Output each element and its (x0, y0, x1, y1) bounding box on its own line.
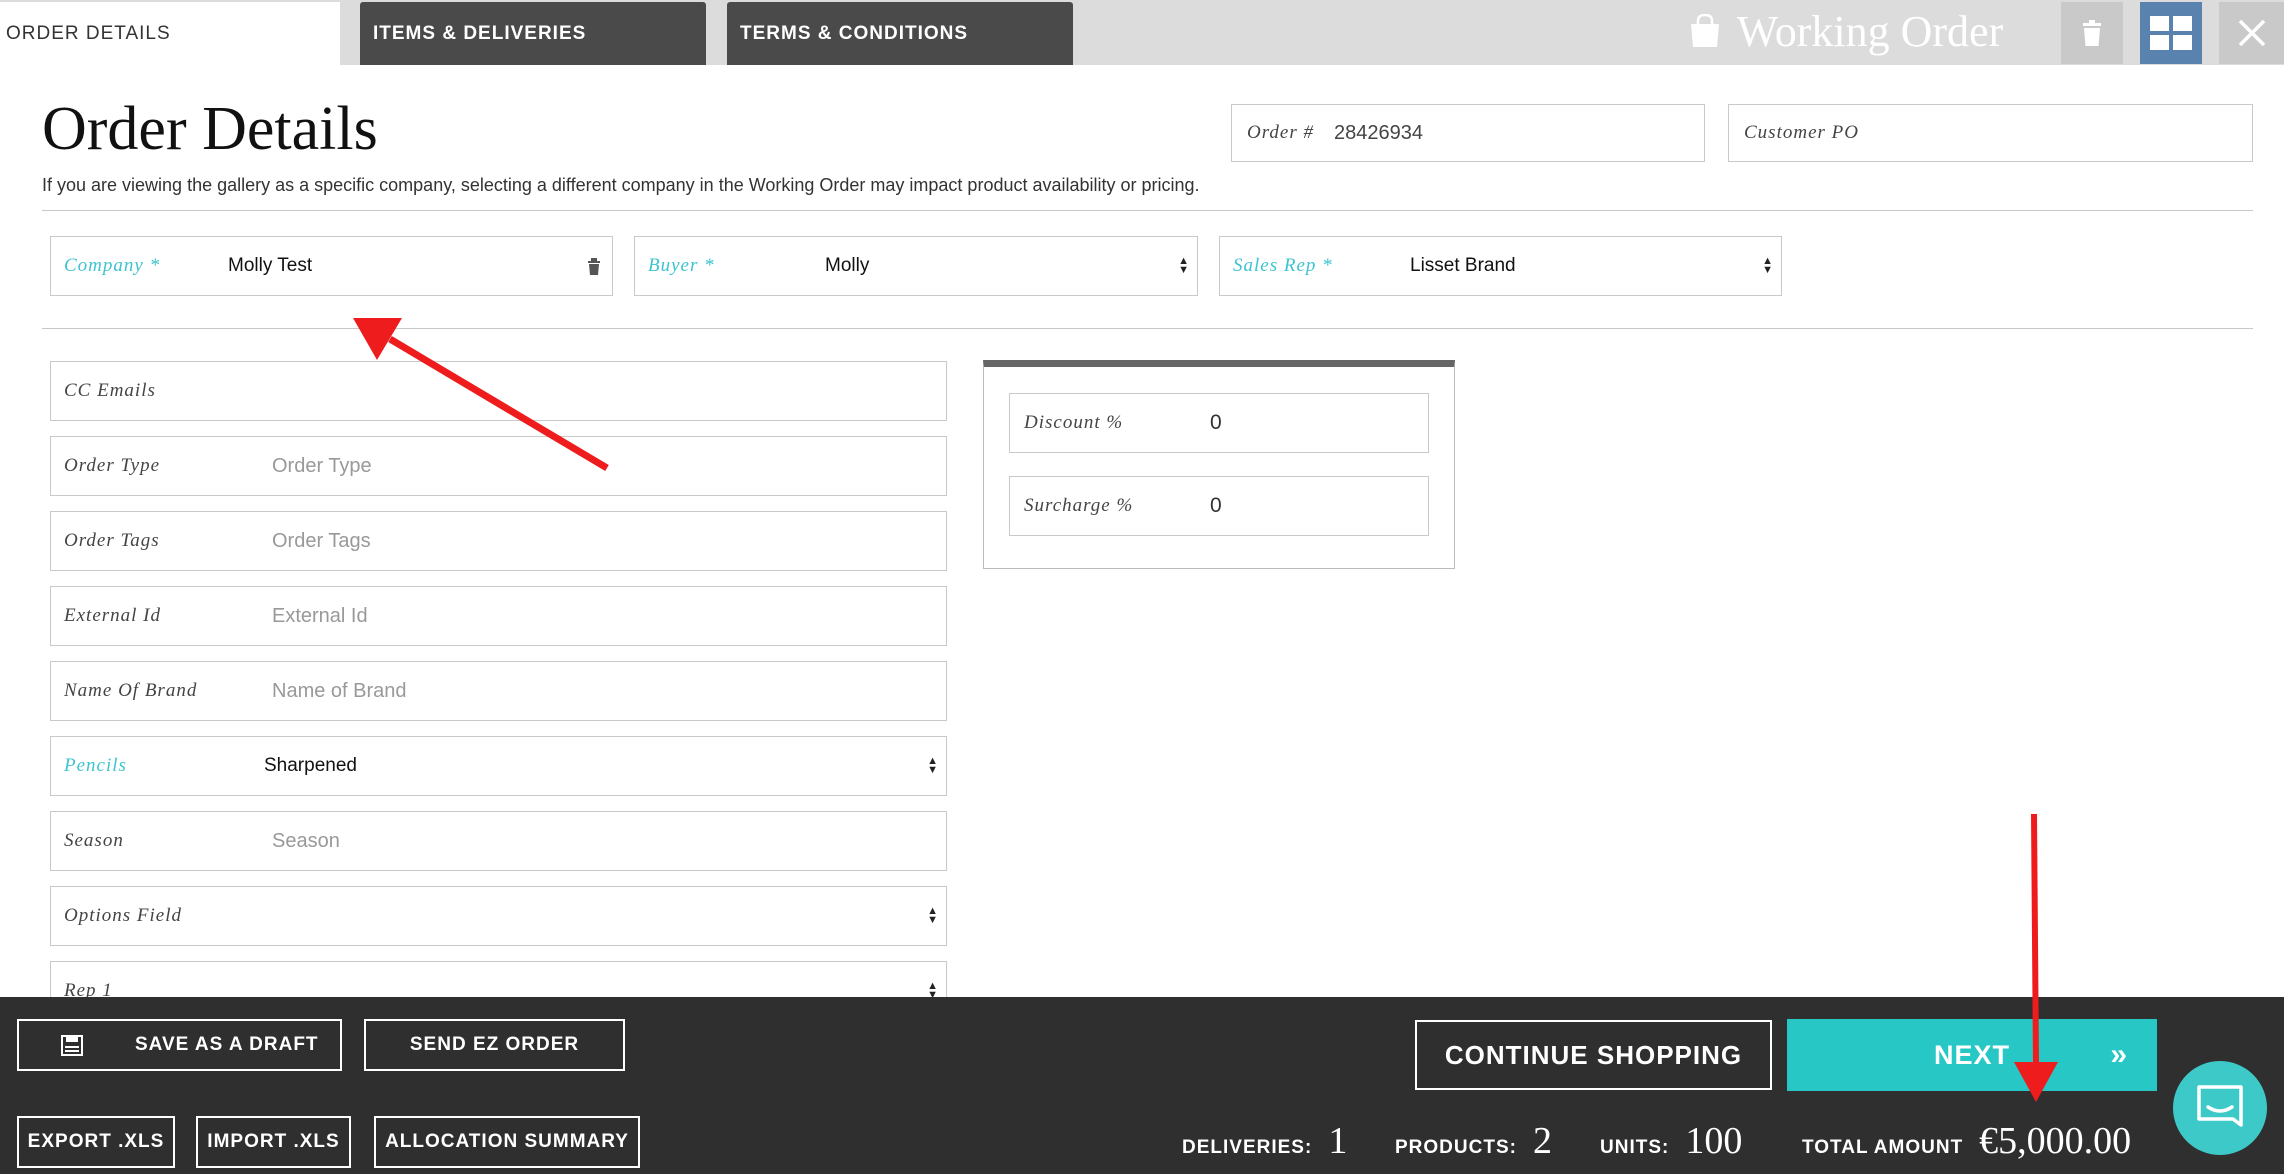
discount-label: Discount % (1024, 412, 1124, 433)
adjustments-panel (983, 360, 1455, 569)
order-number-field[interactable]: Order # 28426934 (1231, 104, 1705, 162)
surcharge-input[interactable]: 0 (1210, 494, 1222, 518)
company-value: Molly Test (228, 255, 313, 276)
tab-label: ORDER DETAILS (6, 22, 171, 44)
chat-launcher-button[interactable] (2173, 1061, 2267, 1155)
customer-po-label: Customer PO (1744, 122, 1859, 143)
products-label: PRODUCTS: (1395, 1137, 1517, 1158)
company-label: Company * (64, 255, 161, 276)
season-field[interactable]: Season Season (50, 811, 947, 871)
season-label: Season (64, 830, 124, 851)
pencils-select[interactable]: Pencils Sharpened ▲ ▼ (50, 736, 947, 796)
surcharge-field[interactable]: Surcharge % 0 (1009, 476, 1429, 536)
name-of-brand-input[interactable]: Name of Brand (272, 680, 407, 703)
next-label: NEXT (1933, 1039, 2010, 1070)
total-amount-value: €5,000.00 (1979, 1120, 2132, 1162)
sales-rep-value: Lisset Brand (1410, 255, 1516, 276)
select-arrows-icon: ▲ ▼ (927, 905, 938, 926)
company-notice: If you are viewing the gallery as a spec… (42, 175, 1200, 195)
tab-terms-conditions[interactable]: TERMS & CONDITIONS (727, 2, 1073, 65)
delete-order-button[interactable] (2061, 2, 2123, 64)
pencils-value: Sharpened (264, 755, 357, 776)
select-arrows-icon: ▲ ▼ (1762, 255, 1773, 276)
external-id-input[interactable]: External Id (272, 605, 368, 628)
divider (42, 328, 2253, 329)
sales-rep-select[interactable]: Sales Rep * Lisset Brand ▲ ▼ (1219, 236, 1782, 296)
options-field-select[interactable]: Options Field ▲ ▼ (50, 886, 947, 946)
tab-items-deliveries[interactable]: ITEMS & DELIVERIES (360, 2, 706, 65)
order-tags-field[interactable]: Order Tags Order Tags (50, 511, 947, 571)
grid-icon (2150, 16, 2192, 50)
options-field-label: Options Field (64, 905, 183, 926)
double-chevron-right-icon: » (2110, 1038, 2127, 1071)
discount-field[interactable]: Discount % 0 (1009, 393, 1429, 453)
name-of-brand-field[interactable]: Name Of Brand Name of Brand (50, 661, 947, 721)
season-input[interactable]: Season (272, 830, 340, 853)
deliveries-value: 1 (1328, 1120, 1348, 1162)
surcharge-label: Surcharge % (1024, 495, 1134, 516)
trash-icon (2083, 20, 2101, 46)
buyer-select[interactable]: Buyer * Molly ▲ ▼ (634, 236, 1198, 296)
company-select[interactable]: Company * Molly Test (50, 236, 613, 296)
top-tab-bar: ORDER DETAILS ITEMS & DELIVERIES TERMS &… (0, 0, 2284, 65)
shopping-bag-icon (1690, 14, 1719, 47)
units-stat: UNITS: 100 (1600, 1119, 1742, 1163)
cc-emails-label: CC Emails (64, 380, 156, 401)
next-button[interactable]: NEXT » (1787, 1019, 2157, 1091)
buyer-value: Molly (825, 255, 870, 276)
products-stat: PRODUCTS: 2 (1395, 1119, 1552, 1163)
lock-icon (588, 258, 600, 275)
cc-emails-field[interactable]: CC Emails (50, 361, 947, 421)
save-draft-button[interactable]: SAVE AS A DRAFT (17, 1019, 342, 1071)
external-id-label: External Id (64, 605, 162, 626)
save-icon (61, 1035, 83, 1056)
tab-order-details[interactable]: ORDER DETAILS (0, 2, 340, 65)
discount-input[interactable]: 0 (1210, 411, 1222, 435)
order-type-input[interactable]: Order Type (272, 455, 372, 478)
order-type-field[interactable]: Order Type Order Type (50, 436, 947, 496)
customer-po-field[interactable]: Customer PO (1728, 104, 2253, 162)
units-label: UNITS: (1600, 1137, 1670, 1158)
select-arrows-icon: ▲ ▼ (927, 755, 938, 776)
footer-bar: SAVE AS A DRAFT SEND EZ ORDER EXPORT .XL… (0, 997, 2284, 1174)
working-order-title[interactable]: Working Order (1650, 0, 2040, 62)
units-value: 100 (1685, 1120, 1743, 1162)
name-of-brand-label: Name Of Brand (64, 680, 198, 701)
divider (42, 210, 2253, 211)
save-draft-label: SAVE AS A DRAFT (135, 1034, 319, 1055)
order-type-label: Order Type (64, 455, 161, 476)
external-id-field[interactable]: External Id External Id (50, 586, 947, 646)
page-title: Order Details (42, 95, 378, 163)
continue-shopping-button[interactable]: CONTINUE SHOPPING (1415, 1020, 1772, 1090)
close-icon (2238, 19, 2265, 47)
order-number-label: Order # (1247, 122, 1314, 143)
buyer-label: Buyer * (648, 255, 715, 276)
tab-label: TERMS & CONDITIONS (740, 22, 969, 44)
deliveries-stat: DELIVERIES: 1 (1182, 1119, 1347, 1163)
pencils-label: Pencils (64, 755, 127, 776)
send-ez-order-button[interactable]: SEND EZ ORDER (364, 1019, 625, 1071)
order-tags-label: Order Tags (64, 530, 160, 551)
import-xls-button[interactable]: IMPORT .XLS (196, 1116, 351, 1168)
sales-rep-label: Sales Rep * (1233, 255, 1333, 276)
select-arrows-icon: ▲ ▼ (1178, 255, 1189, 276)
order-tags-input[interactable]: Order Tags (272, 530, 371, 553)
working-order-label: Working Order (1736, 6, 2004, 56)
tab-label: ITEMS & DELIVERIES (373, 22, 587, 44)
close-button[interactable] (2219, 2, 2284, 64)
deliveries-label: DELIVERIES: (1182, 1137, 1313, 1158)
total-amount-label: TOTAL AMOUNT (1802, 1137, 1964, 1158)
products-value: 2 (1532, 1120, 1552, 1162)
order-number-value: 28426934 (1334, 121, 1423, 144)
grid-view-button[interactable] (2140, 2, 2202, 64)
allocation-summary-button[interactable]: ALLOCATION SUMMARY (374, 1116, 640, 1168)
chat-icon (2197, 1085, 2243, 1127)
export-xls-button[interactable]: EXPORT .XLS (17, 1116, 175, 1168)
total-amount-stat: TOTAL AMOUNT €5,000.00 (1802, 1119, 2131, 1163)
